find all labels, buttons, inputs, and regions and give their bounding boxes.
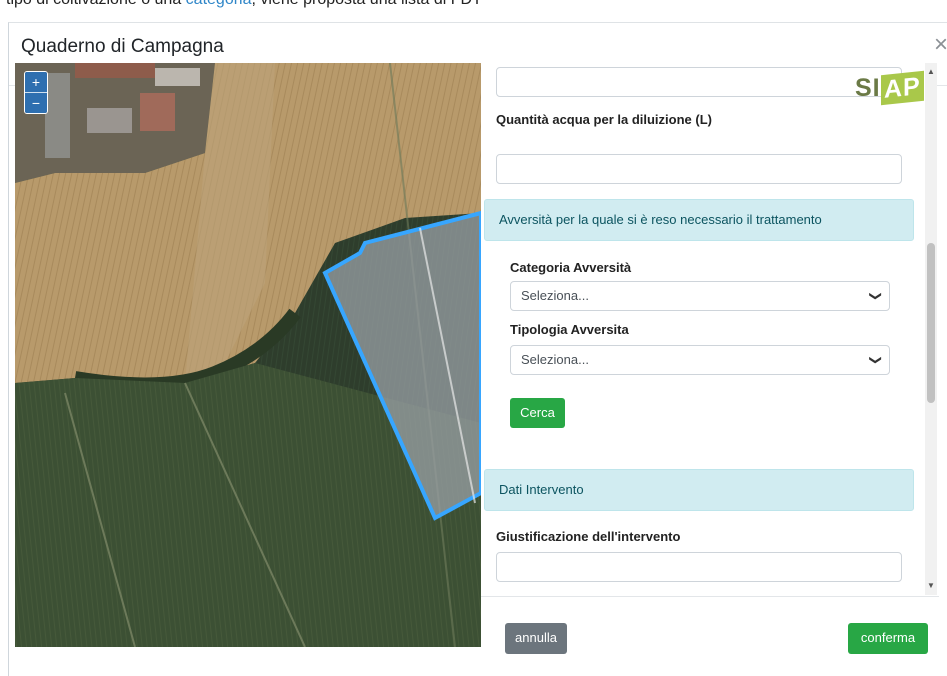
form-scrollbar[interactable]: ▲ ▼ xyxy=(925,63,937,595)
type-adversity-value: Seleziona... xyxy=(521,352,589,367)
scroll-thumb[interactable] xyxy=(927,243,935,403)
previous-field-input[interactable] xyxy=(496,67,902,97)
background-text-start: tipo di coltivazione o una xyxy=(6,0,186,8)
form-panel: SI AP Quantità acqua per la diluizione (L… xyxy=(481,63,925,595)
scroll-up-icon[interactable]: ▲ xyxy=(925,65,937,79)
siap-logo: SI AP xyxy=(855,70,924,106)
category-link[interactable]: categoria xyxy=(186,0,252,8)
close-icon[interactable]: × xyxy=(934,31,947,59)
category-adversity-select[interactable]: Seleziona... ❯ xyxy=(510,281,890,311)
search-button[interactable]: Cerca xyxy=(510,398,565,428)
type-adversity-label: Tipologia Avversita xyxy=(510,322,629,337)
modal-title: Quaderno di Campagna xyxy=(21,36,224,57)
zoom-in-button[interactable]: + xyxy=(25,72,47,92)
type-adversity-select[interactable]: Seleziona... ❯ xyxy=(510,345,890,375)
map-zoom-control: + − xyxy=(24,71,48,114)
intervention-section-header: Dati Intervento xyxy=(484,469,914,511)
background-page-text: tipo di coltivazione o una categoria, vi… xyxy=(0,0,947,24)
water-quantity-label: Quantità acqua per la diluizione (L) xyxy=(496,112,712,127)
category-adversity-value: Seleziona... xyxy=(521,288,589,303)
zoom-out-button[interactable]: − xyxy=(25,92,47,113)
background-text-end: , viene proposta una lista di FDT xyxy=(252,0,482,8)
scroll-down-icon[interactable]: ▼ xyxy=(925,579,937,593)
confirm-button[interactable]: conferma xyxy=(848,623,928,654)
water-quantity-input[interactable] xyxy=(496,154,902,184)
aerial-map[interactable]: + − xyxy=(15,63,481,647)
chevron-down-icon: ❯ xyxy=(868,290,883,302)
modal-footer: annulla conferma xyxy=(481,596,939,654)
adversity-section-header: Avversità per la quale si è reso necessa… xyxy=(484,199,914,241)
category-adversity-label: Categoria Avversità xyxy=(510,260,632,275)
chevron-down-icon: ❯ xyxy=(868,354,883,366)
justification-label: Giustificazione dell'intervento xyxy=(496,529,681,544)
cancel-button[interactable]: annulla xyxy=(505,623,567,654)
justification-input[interactable] xyxy=(496,552,902,582)
map-imagery xyxy=(15,63,481,647)
